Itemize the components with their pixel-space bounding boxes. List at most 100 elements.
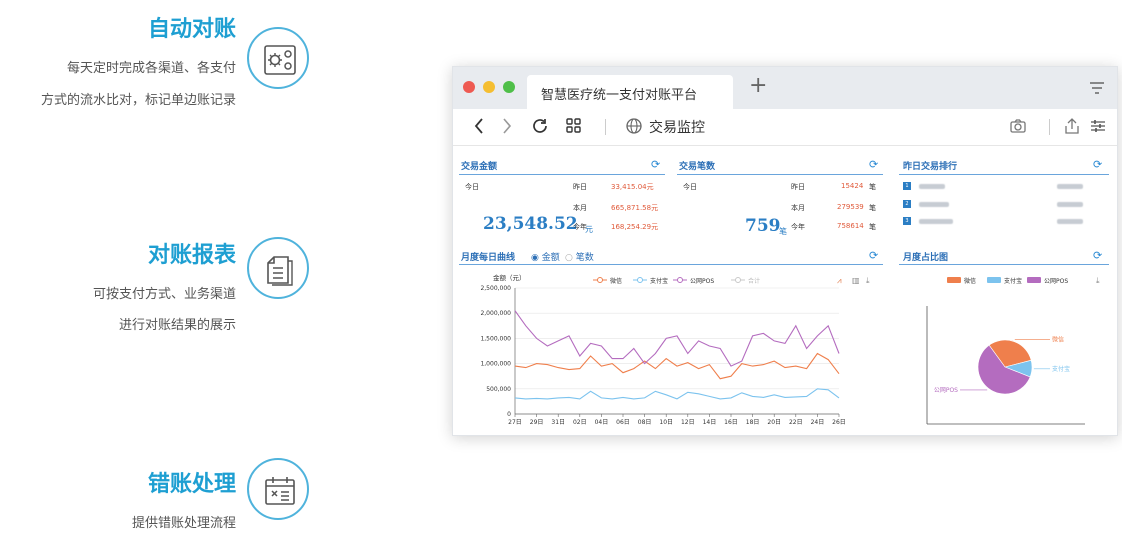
browser-titlebar: 智慧医疗统一支付对账平台 + — [453, 67, 1117, 109]
calendar-icon — [247, 458, 309, 520]
feature-desc-line: 方式的流水比对，标记单边账记录 — [40, 93, 236, 108]
feature-desc-line: 可按支付方式、业务渠道 — [92, 287, 236, 302]
ranking-name-blurred — [919, 219, 953, 224]
amount-row-value: 33,415.04元 — [611, 183, 654, 191]
refresh-icon[interactable]: ⟳ — [651, 158, 660, 171]
legend-marker — [735, 277, 741, 283]
back-arrow-icon[interactable] — [473, 117, 485, 135]
refresh-icon[interactable]: ⟳ — [869, 158, 878, 171]
maximize-window-button[interactable] — [503, 81, 515, 93]
ranking-value-blurred — [1057, 184, 1083, 189]
count-row-label: 本月 — [791, 204, 805, 212]
x-tick-label: 14日 — [703, 419, 717, 426]
rank-badge: 3 — [903, 217, 911, 225]
panel-title-count: 交易笔数 — [679, 162, 716, 172]
panel-title-ranking: 昨日交易排行 — [903, 162, 958, 172]
amount-row-label: 本月 — [573, 204, 587, 212]
y-tick-label: 2,500,000 — [480, 285, 511, 292]
minimize-window-button[interactable] — [483, 81, 495, 93]
rank-badge: 1 — [903, 182, 911, 190]
today-count-unit: 笔 — [779, 227, 787, 236]
legend-label: 支付宝 — [650, 277, 668, 285]
series-line — [514, 352, 840, 380]
y-tick-label: 0 — [507, 411, 511, 418]
count-row-label: 今年 — [791, 223, 805, 231]
refresh-icon[interactable]: ⟳ — [869, 249, 878, 262]
browser-window: 智慧医疗统一支付对账平台 + 交易监控 交易金额 ⟳ 今日 23,548.52 … — [452, 66, 1118, 436]
y-tick-label: 1,000,000 — [480, 361, 511, 368]
legend-marker — [637, 277, 643, 283]
amount-row-value: 665,871.58元 — [611, 204, 659, 212]
refresh-icon[interactable]: ⟳ — [1093, 249, 1102, 262]
x-tick-label: 20日 — [767, 419, 781, 426]
feature-desc-line: 每天定时完成各渠道、各支付 — [66, 61, 236, 76]
menu-icon[interactable] — [1089, 81, 1105, 95]
amount-row-value: 168,254.29元 — [611, 223, 659, 231]
y-axis-title: 金额（元） — [493, 273, 526, 282]
divider — [677, 174, 883, 175]
x-tick-label: 27日 — [508, 419, 522, 426]
x-tick-label: 18日 — [746, 419, 760, 426]
settings-sliders-icon[interactable] — [1089, 117, 1107, 135]
legend-label: 支付宝 — [1004, 277, 1022, 285]
divider — [899, 264, 1109, 265]
today-label: 今日 — [683, 183, 697, 191]
today-amount: 23,548.52 — [483, 214, 578, 234]
x-tick-label: 04日 — [595, 419, 609, 426]
camera-icon[interactable] — [1009, 117, 1027, 135]
count-row-unit: 笔 — [869, 223, 876, 231]
monthly-pie-chart: 微信 支付宝 公网POS微信支付宝公网POS — [926, 277, 1085, 425]
radio-count[interactable]: ○ 笔数 — [565, 250, 594, 263]
radio-amount[interactable]: ◉ 金额 — [531, 250, 560, 263]
refresh-icon[interactable]: ⟳ — [1093, 158, 1102, 171]
ranking-value-blurred — [1057, 202, 1083, 207]
count-row-label: 昨日 — [791, 183, 805, 191]
feature-title: 错账处理 — [147, 472, 236, 497]
x-tick-label: 08日 — [638, 419, 652, 426]
share-icon[interactable] — [1063, 117, 1081, 135]
series-line — [514, 388, 840, 400]
count-row-value: 279539 — [837, 203, 864, 211]
ranking-value-blurred — [1057, 219, 1083, 224]
pie-label: 支付宝 — [1052, 365, 1070, 373]
feature-title: 对账报表 — [147, 243, 236, 268]
document-icon — [247, 237, 309, 299]
x-tick-label: 10日 — [659, 419, 673, 426]
amount-row-label: 昨日 — [573, 183, 587, 191]
divider — [1049, 119, 1050, 135]
y-tick-label: 1,500,000 — [480, 335, 511, 342]
close-window-button[interactable] — [463, 81, 475, 93]
daily-line-chart: 微信 支付宝 公网POS 合计 金额（元） 0 500,000 1,000,000 1,500,… — [480, 273, 846, 426]
globe-icon — [626, 118, 642, 134]
legend-label: 公网POS — [1044, 278, 1068, 285]
x-tick-label: 31日 — [551, 419, 565, 426]
radio-count-label: 笔数 — [575, 253, 594, 263]
x-tick-label: 26日 — [832, 419, 846, 426]
ranking-name-blurred — [919, 184, 945, 189]
new-tab-button[interactable]: + — [749, 73, 767, 98]
count-row-value: 15424 — [841, 182, 864, 190]
count-row-unit: 笔 — [869, 204, 876, 212]
apps-grid-icon[interactable] — [565, 117, 583, 135]
dashboard-content: 交易金额 ⟳ 今日 23,548.52 元 昨日 33,415.04元 本月 6… — [453, 146, 1117, 435]
feature-desc-line: 进行对账结果的展示 — [118, 318, 236, 333]
divider — [899, 174, 1109, 175]
today-label: 今日 — [465, 183, 479, 191]
browser-navbar: 交易监控 — [453, 109, 1117, 146]
divider — [605, 119, 606, 135]
x-tick-label: 02日 — [573, 419, 587, 426]
browser-tab[interactable]: 智慧医疗统一支付对账平台 — [527, 75, 733, 109]
x-tick-label: 22日 — [789, 419, 803, 426]
legend-label: 公网POS — [690, 278, 714, 285]
divider — [459, 264, 883, 265]
legend-label: 微信 — [610, 277, 622, 285]
forward-arrow-icon[interactable] — [501, 117, 513, 135]
y-tick-label: 500,000 — [486, 386, 511, 393]
panel-title-ratio: 月度占比图 — [903, 253, 949, 263]
legend-label: 微信 — [964, 277, 976, 285]
settings-grid-icon — [247, 27, 309, 89]
address-bar[interactable]: 交易监控 — [649, 117, 705, 137]
divider — [459, 174, 665, 175]
rank-badge: 2 — [903, 200, 911, 208]
reload-icon[interactable] — [531, 117, 549, 135]
